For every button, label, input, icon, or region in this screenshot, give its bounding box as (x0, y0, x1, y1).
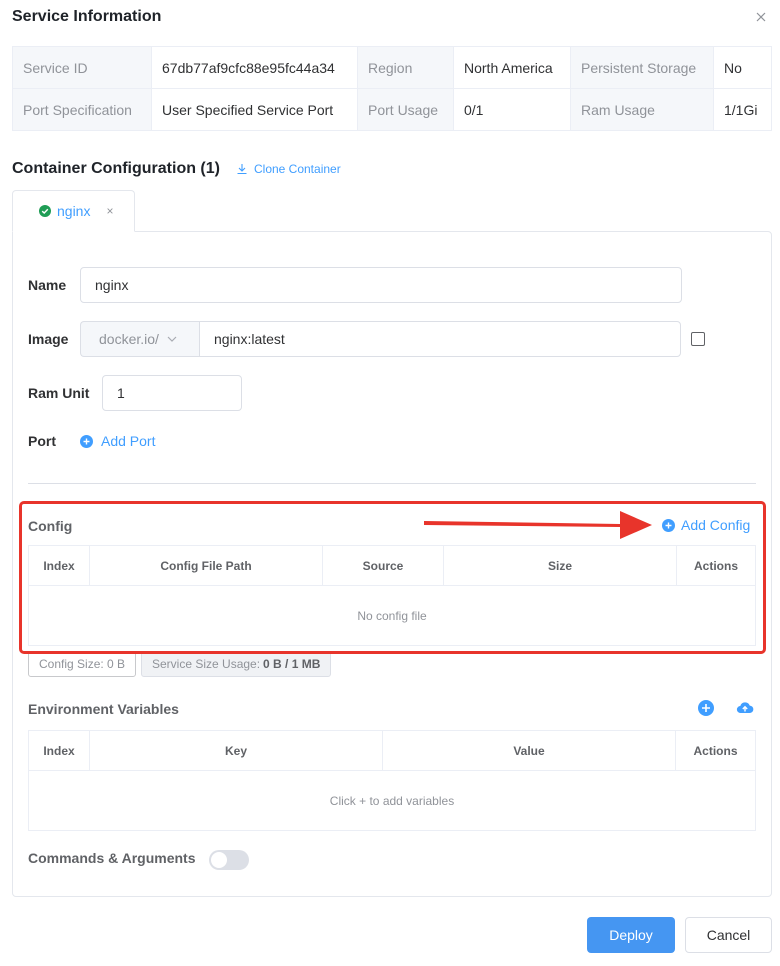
plus-circle-icon (662, 518, 675, 532)
ram-unit-input[interactable]: 1 (102, 375, 242, 411)
persistent-storage-label: Persistent Storage (570, 46, 714, 89)
plus-circle-icon (80, 434, 93, 448)
image-checkbox[interactable] (691, 332, 705, 346)
add-port-label: Add Port (101, 433, 156, 449)
config-label: Config (28, 518, 73, 534)
config-col-actions: Actions (676, 545, 756, 586)
download-icon (237, 164, 247, 175)
image-input-value: nginx:latest (214, 331, 285, 347)
config-col-source: Source (322, 545, 444, 586)
add-config-label: Add Config (681, 517, 751, 533)
config-table: Index Config File Path Source Size Actio… (28, 545, 756, 646)
name-input-value: nginx (95, 277, 129, 293)
port-spec-label: Port Specification (12, 88, 152, 131)
clone-container-label: Clone Container (253, 162, 341, 176)
env-col-value: Value (382, 730, 676, 771)
service-dialog: Service Information Service ID 67db77af9… (0, 0, 780, 966)
persistent-storage-value: No (713, 46, 772, 89)
env-table-header: Index Key Value Actions (28, 730, 756, 771)
region-label: Region (357, 46, 454, 89)
name-label: Name (28, 277, 67, 293)
env-col-actions: Actions (675, 730, 756, 771)
service-size-usage-tag: Service Size Usage: 0 B / 1 MB (141, 651, 332, 677)
service-size-usage-value: 0 B / 1 MB (263, 657, 321, 671)
divider (28, 483, 756, 484)
image-registry-select[interactable]: docker.io/ (80, 321, 200, 357)
upload-cloud-icon[interactable] (736, 699, 754, 717)
ram-usage-label: Ram Usage (570, 88, 714, 131)
name-input[interactable]: nginx (80, 267, 682, 303)
container-section-title: Container Configuration (1) (12, 160, 220, 177)
config-col-index: Index (28, 545, 90, 586)
deploy-label: Deploy (609, 927, 653, 943)
cancel-label: Cancel (706, 927, 751, 943)
ram-unit-value: 1 (117, 385, 125, 401)
commands-toggle[interactable] (209, 850, 249, 870)
port-spec-value: User Specified Service Port (151, 88, 358, 131)
env-empty-text: Click + to add variables (28, 770, 756, 831)
env-empty-row: Click + to add variables (28, 770, 756, 831)
info-row: Port Specification User Specified Servic… (12, 88, 772, 131)
commands-label: Commands & Arguments (28, 850, 196, 866)
config-size-tag: Config Size: 0 B (28, 651, 137, 677)
config-empty-row: No config file (28, 585, 756, 646)
config-table-header: Index Config File Path Source Size Actio… (28, 545, 756, 586)
tab-label: nginx (57, 203, 91, 219)
tab-close-icon[interactable]: × (106, 204, 113, 218)
add-variable-icon[interactable] (697, 699, 715, 717)
region-value: North America (453, 46, 571, 89)
env-col-index: Index (28, 730, 90, 771)
port-label: Port (28, 433, 56, 449)
tab-nginx[interactable]: nginx × (12, 190, 135, 232)
ram-usage-value: 1/1Gi (713, 88, 772, 131)
add-config-button[interactable]: Add Config (662, 517, 750, 533)
env-col-key: Key (89, 730, 383, 771)
chevron-down-icon (167, 336, 177, 342)
port-usage-label: Port Usage (357, 88, 454, 131)
config-empty-text: No config file (28, 585, 756, 646)
close-icon[interactable] (754, 10, 768, 24)
cancel-button[interactable]: Cancel (685, 917, 772, 953)
image-label: Image (28, 331, 69, 347)
service-id-value: 67db77af9cfc88e95fc44a34 (151, 46, 358, 89)
check-circle-icon (39, 205, 51, 217)
config-col-size: Size (443, 545, 677, 586)
port-usage-value: 0/1 (453, 88, 571, 131)
deploy-button[interactable]: Deploy (587, 917, 675, 953)
service-size-usage-label: Service Size Usage: (152, 657, 261, 671)
service-id-label: Service ID (12, 46, 152, 89)
add-port-button[interactable]: Add Port (80, 433, 155, 449)
ram-unit-label: Ram Unit (28, 385, 90, 401)
image-registry-value: docker.io/ (99, 331, 159, 347)
clone-container-button[interactable]: Clone Container (236, 162, 341, 176)
config-size-text: Config Size: 0 B (39, 657, 126, 671)
config-col-path: Config File Path (89, 545, 323, 586)
image-input[interactable]: nginx:latest (199, 321, 681, 357)
dialog-title: Service Information (12, 8, 162, 25)
env-table: Index Key Value Actions Click + to add v… (28, 730, 756, 831)
info-row: Service ID 67db77af9cfc88e95fc44a34 Regi… (12, 46, 772, 89)
env-label: Environment Variables (28, 701, 179, 717)
container-section-header: Container Configuration (1) Clone Contai… (12, 160, 341, 178)
service-info-table: Service ID 67db77af9cfc88e95fc44a34 Regi… (12, 46, 772, 131)
